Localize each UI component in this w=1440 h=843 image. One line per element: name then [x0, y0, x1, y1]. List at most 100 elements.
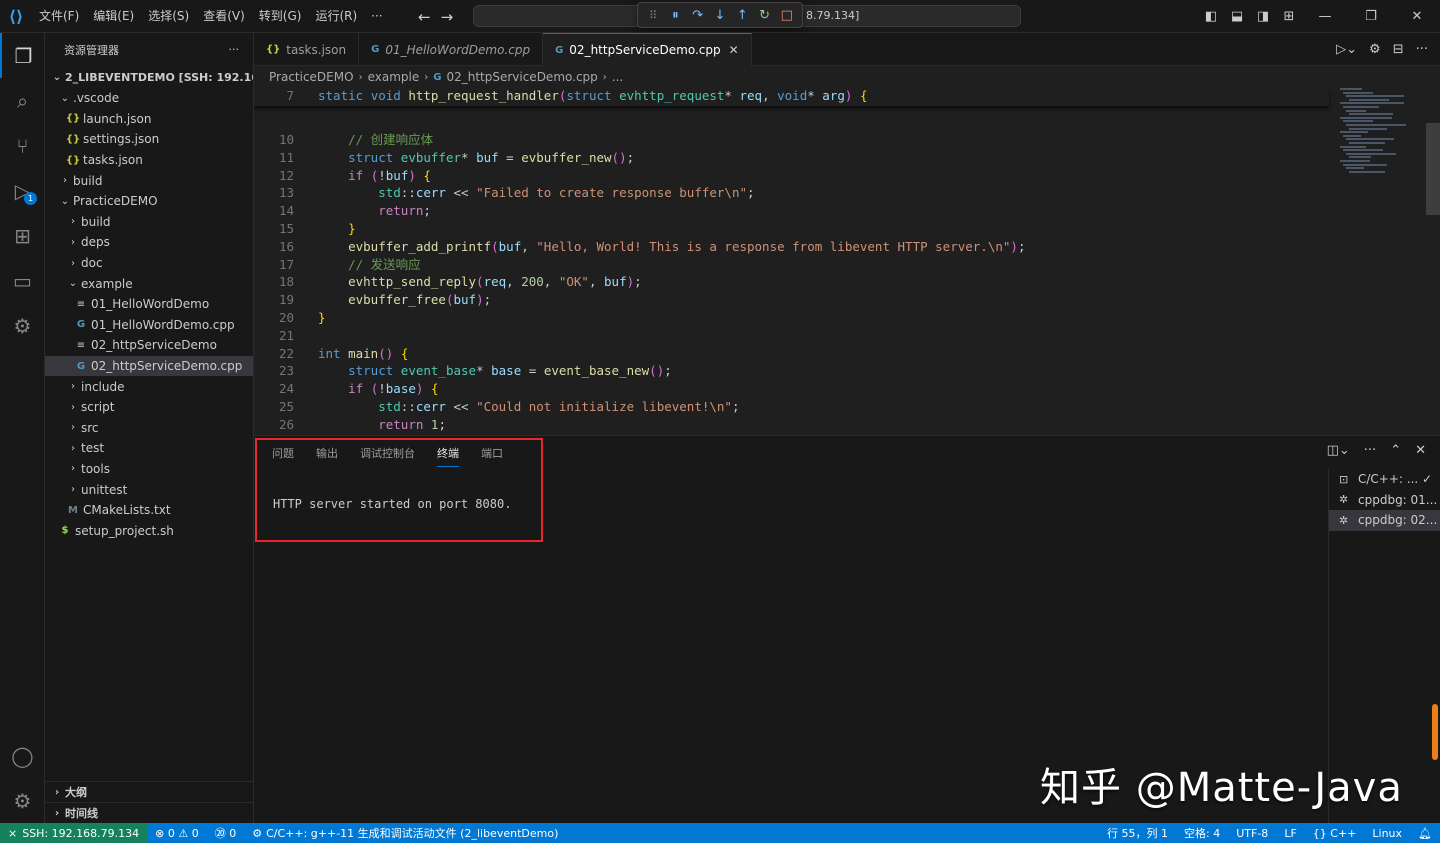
code-line[interactable]: 23 struct event_base* base = event_base_… — [254, 362, 1324, 380]
encoding[interactable]: UTF-8 — [1228, 827, 1276, 840]
code-line[interactable]: 21 — [254, 327, 1324, 345]
step-into-icon[interactable]: ↓ — [710, 5, 730, 25]
tree-item[interactable]: ›deps — [45, 232, 253, 253]
run-debug-dropdown-icon[interactable]: ▷⌄ — [1336, 42, 1357, 57]
source-control-icon[interactable]: ⑂ — [0, 123, 45, 168]
problems-indicator[interactable]: ⊗ 0 ⚠ 0 — [147, 827, 207, 840]
task-indicator[interactable]: ⚙C/C++: g++-11 生成和调试活动文件 (2_libeventDemo… — [244, 825, 566, 841]
tree-item[interactable]: ›src — [45, 418, 253, 439]
tab-tasks-json[interactable]: {} tasks.json — [254, 33, 359, 66]
more-actions-icon[interactable]: ··· — [1364, 443, 1376, 458]
code-line[interactable]: 12 if (!buf) { — [254, 167, 1324, 185]
code-line[interactable]: 26 return 1; — [254, 416, 1324, 434]
back-arrow-icon[interactable]: ← — [418, 8, 431, 26]
close-tab-icon[interactable]: ✕ — [729, 43, 739, 57]
code-line[interactable]: 18 evhttp_send_reply(req, 200, "OK", buf… — [254, 273, 1324, 291]
menu-selection[interactable]: 选择(S) — [141, 0, 196, 33]
more-actions-icon[interactable]: ··· — [229, 43, 240, 56]
tree-item[interactable]: ›include — [45, 376, 253, 397]
code-line[interactable]: 11 struct evbuffer* buf = evbuffer_new()… — [254, 149, 1324, 167]
breadcrumb-item[interactable]: ... — [612, 70, 623, 84]
remote-indicator[interactable]: ⨯ SSH: 192.168.79.134 — [0, 823, 147, 843]
minimize-icon[interactable]: — — [1302, 9, 1348, 24]
restore-icon[interactable]: ❐ — [1348, 9, 1394, 24]
customize-layout-icon[interactable]: ⊞ — [1276, 9, 1302, 24]
sticky-scroll-line[interactable]: 7 static void http_request_handler(struc… — [254, 88, 1329, 106]
code-line[interactable]: 24 if (!base) { — [254, 380, 1324, 398]
cmake-icon[interactable]: ⚙ — [0, 303, 45, 348]
panel-scrollbar[interactable] — [1432, 704, 1438, 760]
end-of-line[interactable]: LF — [1276, 827, 1304, 840]
menu-view[interactable]: 查看(V) — [196, 0, 252, 33]
tree-item[interactable]: ›build — [45, 212, 253, 233]
code-line[interactable]: 10 // 创建响应体 — [254, 131, 1324, 149]
tab-ports[interactable]: 端口 — [481, 445, 503, 467]
close-window-icon[interactable]: ✕ — [1394, 9, 1440, 24]
tab-output[interactable]: 输出 — [316, 445, 338, 467]
tree-item[interactable]: {}launch.json — [45, 109, 253, 130]
menu-edit[interactable]: 编辑(E) — [86, 0, 141, 33]
outline-section[interactable]: › 大纲 — [45, 781, 254, 802]
indentation[interactable]: 空格: 4 — [1176, 825, 1228, 841]
language-mode[interactable]: {} C++ — [1305, 827, 1365, 840]
cursor-position[interactable]: 行 55，列 1 — [1099, 825, 1176, 841]
forward-arrow-icon[interactable]: → — [441, 8, 454, 26]
timeline-section[interactable]: › 时间线 — [45, 802, 254, 823]
run-debug-icon[interactable]: ▷1 — [0, 168, 45, 213]
breadcrumb-item[interactable]: example — [368, 70, 420, 84]
tree-item[interactable]: G02_httpServiceDemo.cpp — [45, 356, 253, 377]
stop-icon[interactable]: □ — [777, 5, 797, 25]
tree-item[interactable]: $setup_project.sh — [45, 520, 253, 541]
split-editor-icon[interactable]: ⊟ — [1393, 42, 1404, 57]
workspace-root[interactable]: ⌄ 2_LIBEVENTDEMO [SSH: 192.168.79.... — [45, 66, 253, 88]
code-line[interactable]: 19 evbuffer_free(buf); — [254, 291, 1324, 309]
terminal-item[interactable]: ✲ cppdbg: 01... — [1329, 490, 1440, 511]
toggle-primary-sidebar-icon[interactable]: ◧ — [1198, 9, 1224, 24]
tree-item[interactable]: ≡02_httpServiceDemo — [45, 335, 253, 356]
menu-run[interactable]: 运行(R) — [308, 0, 364, 33]
code-line[interactable]: 17 // 发送响应 — [254, 256, 1324, 274]
maximize-panel-icon[interactable]: ⌃ — [1390, 443, 1401, 458]
terminal-item[interactable]: ⊡ C/C++: ... ✓ — [1329, 469, 1440, 490]
tree-item[interactable]: ›tools — [45, 459, 253, 480]
notifications-bell-icon[interactable]: 🔔︎ — [1410, 827, 1440, 840]
code-line[interactable]: 22int main() { — [254, 345, 1324, 363]
menu-file[interactable]: 文件(F) — [32, 0, 86, 33]
menu-go[interactable]: 转到(G) — [252, 0, 309, 33]
menu-more[interactable]: ··· — [364, 0, 389, 33]
tree-item[interactable]: ›script — [45, 397, 253, 418]
manage-gear-icon[interactable]: ⚙ — [0, 778, 45, 823]
search-icon[interactable]: ⌕ — [0, 78, 45, 123]
editor-scrollbar[interactable] — [1426, 123, 1440, 215]
breadcrumb-item[interactable]: PracticeDEMO — [269, 70, 354, 84]
tree-item[interactable]: ›build — [45, 170, 253, 191]
terminal-output[interactable]: HTTP server started on port 8080. — [273, 497, 511, 511]
terminal-item[interactable]: ✲ cppdbg: 02... — [1329, 510, 1440, 531]
code-editor[interactable]: 7 static void http_request_handler(struc… — [254, 88, 1440, 435]
breadcrumb-item[interactable]: 02_httpServiceDemo.cpp — [446, 70, 597, 84]
extensions-icon[interactable]: ⊞ — [0, 213, 45, 258]
platform[interactable]: Linux — [1364, 827, 1410, 840]
tab-http-service-demo-cpp[interactable]: G 02_httpServiceDemo.cpp ✕ — [543, 33, 752, 66]
tree-item[interactable]: ⌄PracticeDEMO — [45, 191, 253, 212]
toggle-panel-icon[interactable]: ⬓ — [1224, 9, 1250, 24]
remote-explorer-icon[interactable]: ▭ — [0, 258, 45, 303]
tab-terminal[interactable]: 终端 — [437, 445, 459, 467]
tree-item[interactable]: MCMakeLists.txt — [45, 500, 253, 521]
tree-item[interactable]: ⌄.vscode — [45, 88, 253, 109]
account-icon[interactable]: ◯ — [0, 733, 45, 778]
restart-icon[interactable]: ↻ — [755, 5, 775, 25]
tab-hello-word-demo-cpp[interactable]: G 01_HelloWordDemo.cpp — [359, 33, 543, 66]
code-line[interactable]: 15 } — [254, 220, 1324, 238]
tree-item[interactable]: G01_HelloWordDemo.cpp — [45, 315, 253, 336]
tab-problems[interactable]: 问题 — [272, 445, 294, 467]
settings-gear-icon[interactable]: ⚙ — [1369, 42, 1381, 57]
more-actions-icon[interactable]: ··· — [1416, 42, 1428, 57]
code-line[interactable]: 16 evbuffer_add_printf(buf, "Hello, Worl… — [254, 238, 1324, 256]
tree-item[interactable]: ›test — [45, 438, 253, 459]
step-over-icon[interactable]: ↷ — [688, 5, 708, 25]
tree-item[interactable]: ≡01_HelloWordDemo — [45, 294, 253, 315]
toggle-secondary-sidebar-icon[interactable]: ◨ — [1250, 9, 1276, 24]
step-out-icon[interactable]: ↑ — [732, 5, 752, 25]
tree-item[interactable]: ›doc — [45, 253, 253, 274]
